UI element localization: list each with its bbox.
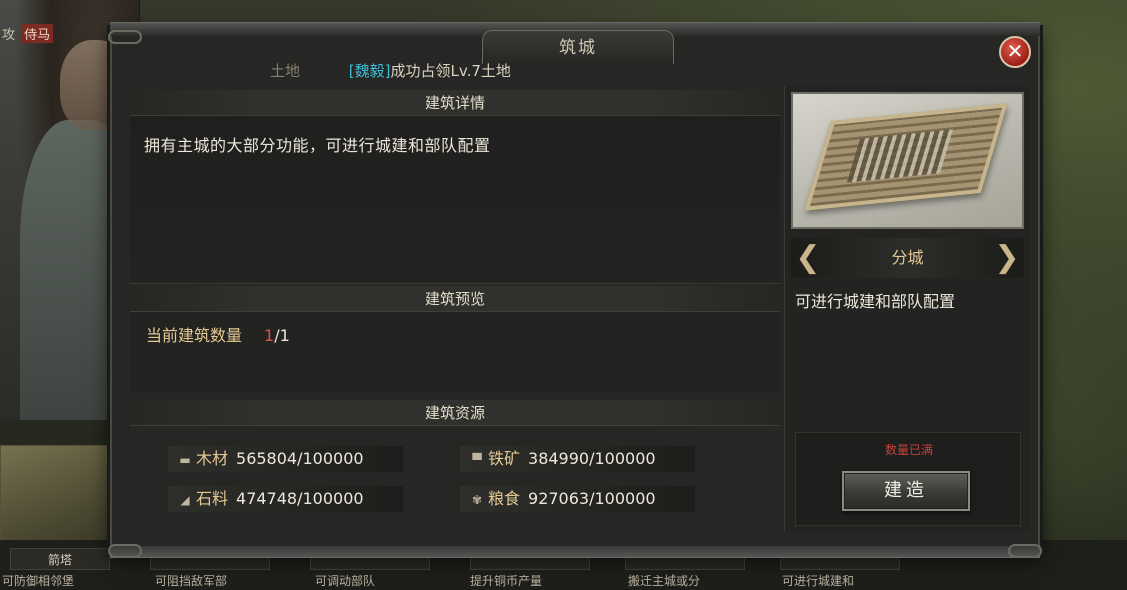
next-arrow-icon[interactable]: ❯ (992, 240, 1022, 276)
frame-corner-ornament (108, 30, 142, 44)
resource-value: 474748/100000 (236, 489, 364, 508)
resource-wood: ▬ 木材 565804/100000 (168, 446, 403, 472)
tower-building-thumbnail[interactable] (0, 445, 115, 545)
building-type-name: 分城 (891, 248, 924, 267)
building-card-desc: 搬迁主城或分 (628, 574, 701, 588)
notice-prefix: 土地 (270, 62, 301, 80)
building-type-description: 可进行城建和部队配置 (795, 292, 956, 311)
resource-grain: ✾ 粮食 927063/100000 (460, 486, 695, 512)
close-icon: ✕ (1006, 39, 1024, 63)
prev-arrow-icon[interactable]: ❮ (793, 240, 823, 276)
dialog-frame-bottom (110, 546, 1040, 558)
building-card-desc: 可防御相邻堡 (2, 574, 75, 588)
city-preview-image (791, 92, 1024, 229)
build-button[interactable]: 建造 (842, 471, 970, 511)
top-left-labels: 攻 侍马 (0, 24, 110, 46)
building-description: 拥有主城的大部分功能，可进行城建和部队配置 (144, 136, 491, 155)
resource-name: 铁矿 (488, 449, 521, 468)
building-count-max: /1 (274, 326, 290, 345)
resource-name: 石料 (196, 489, 229, 508)
preview-box: 当前建筑数量 1/1 (130, 312, 780, 392)
wood-icon: ▬ (179, 453, 191, 467)
iron-icon: ▀ (472, 453, 482, 467)
building-card-desc: 提升铜币产量 (470, 574, 543, 588)
scrolling-notice: 土地 [魏毅]成功占领Lv.7土地 (270, 60, 511, 80)
resource-value: 384990/100000 (528, 449, 656, 468)
resource-iron: ▀ 铁矿 384990/100000 (460, 446, 695, 472)
resource-stone: ◢ 石料 474748/100000 (168, 486, 403, 512)
resource-value: 565804/100000 (236, 449, 364, 468)
building-card-tower[interactable]: 箭塔 (10, 548, 110, 570)
building-count-current: 1 (264, 326, 275, 345)
building-count: 当前建筑数量 1/1 (146, 322, 290, 346)
building-info-panel: 建筑详情 拥有主城的大部分功能，可进行城建和部队配置 建筑预览 当前建筑数量 1/… (130, 86, 780, 526)
top-left-label: 攻 (2, 28, 16, 43)
resource-name: 木材 (196, 449, 229, 468)
resource-name: 粮食 (488, 489, 521, 508)
section-header-resources: 建筑资源 (130, 400, 780, 426)
details-box: 拥有主城的大部分功能，可进行城建和部队配置 (130, 116, 780, 284)
notice-player-tag[interactable]: [魏毅] (349, 62, 391, 80)
frame-corner-ornament (108, 544, 142, 558)
building-card-desc: 可进行城建和 (782, 574, 855, 588)
building-type-selector: ❮ 分城 ❯ (791, 238, 1024, 278)
building-selector-panel: ❮ 分城 ❯ 可进行城建和部队配置 数量已满 建造 (784, 86, 1030, 531)
status-full-text: 数量已满 (884, 443, 933, 457)
section-header-preview: 建筑预览 (130, 286, 780, 312)
building-card-desc: 可调动部队 (315, 574, 376, 588)
resource-value: 927063/100000 (528, 489, 656, 508)
frame-corner-ornament (1008, 544, 1042, 558)
grain-icon: ✾ (471, 493, 483, 507)
section-header-details: 建筑详情 (130, 90, 780, 116)
building-count-label: 当前建筑数量 (146, 326, 243, 345)
dialog-title: 筑城 (482, 30, 674, 64)
build-action-box: 数量已满 建造 (795, 432, 1021, 526)
building-card-desc: 可阻挡敌军部 (155, 574, 228, 588)
close-button[interactable]: ✕ (999, 36, 1031, 68)
notice-message: 成功占领Lv.7土地 (390, 62, 511, 80)
top-left-badge: 侍马 (21, 24, 54, 43)
stone-icon: ◢ (180, 493, 190, 507)
